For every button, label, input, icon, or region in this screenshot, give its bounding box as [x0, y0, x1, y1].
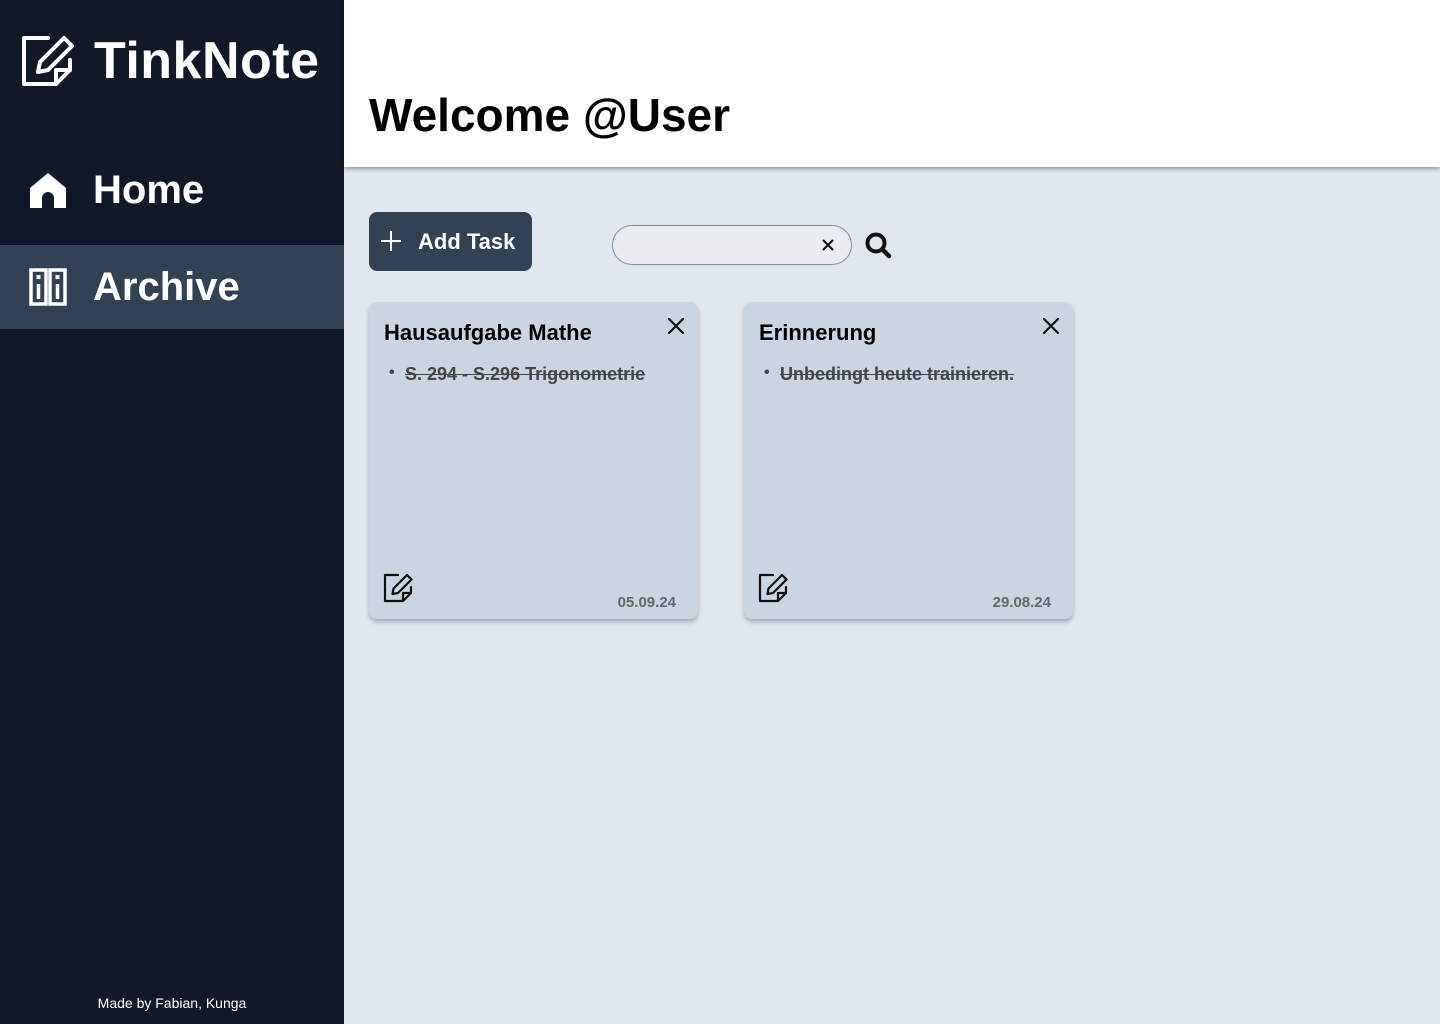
app-root: TinkNote Home Archive Made by Fabian, Ku… — [0, 0, 1440, 1024]
page-title: Welcome @User — [369, 89, 731, 141]
card-title: Hausaufgabe Mathe — [384, 320, 592, 345]
clear-search-icon[interactable] — [819, 236, 837, 254]
home-icon — [28, 170, 68, 210]
close-icon[interactable] — [1041, 316, 1061, 336]
sidebar-item-label: Archive — [93, 264, 240, 309]
card-item[interactable]: Unbedingt heute trainieren. — [764, 364, 1014, 385]
task-card[interactable]: Erinnerung Unbedingt heute trainieren. 2… — [744, 302, 1073, 619]
add-task-button[interactable]: Add Task — [369, 212, 532, 271]
card-date: 05.09.24 — [617, 594, 676, 611]
sidebar-item-home[interactable]: Home — [0, 148, 344, 232]
credits-text: Made by Fabian, Kunga — [97, 995, 247, 1011]
edit-icon[interactable] — [758, 573, 788, 603]
task-card[interactable]: Hausaufgabe Mathe S. 294 - S.296 Trigono… — [369, 302, 698, 619]
app-logo[interactable]: TinkNote — [20, 32, 320, 90]
card-item-list: Unbedingt heute trainieren. — [764, 364, 1014, 385]
search-icon[interactable] — [864, 231, 892, 259]
search-input[interactable] — [627, 234, 817, 256]
archive-icon — [28, 267, 68, 307]
card-item-list: S. 294 - S.296 Trigonometrie — [389, 364, 645, 385]
plus-icon — [381, 231, 401, 251]
search-field[interactable] — [612, 225, 852, 265]
card-title: Erinnerung — [759, 320, 877, 345]
close-icon[interactable] — [666, 316, 686, 336]
sidebar-item-label: Home — [93, 167, 205, 212]
edit-icon[interactable] — [383, 573, 413, 603]
add-task-label: Add Task — [418, 229, 516, 254]
card-date: 29.08.24 — [992, 594, 1051, 611]
sidebar-item-archive[interactable]: Archive — [0, 245, 344, 329]
card-item[interactable]: S. 294 - S.296 Trigonometrie — [389, 364, 645, 385]
page-header: Welcome @User — [344, 0, 1440, 167]
app-name: TinkNote — [94, 32, 320, 90]
sidebar: TinkNote Home Archive Made by Fabian, Ku… — [0, 0, 344, 1024]
edit-note-icon — [20, 34, 74, 88]
